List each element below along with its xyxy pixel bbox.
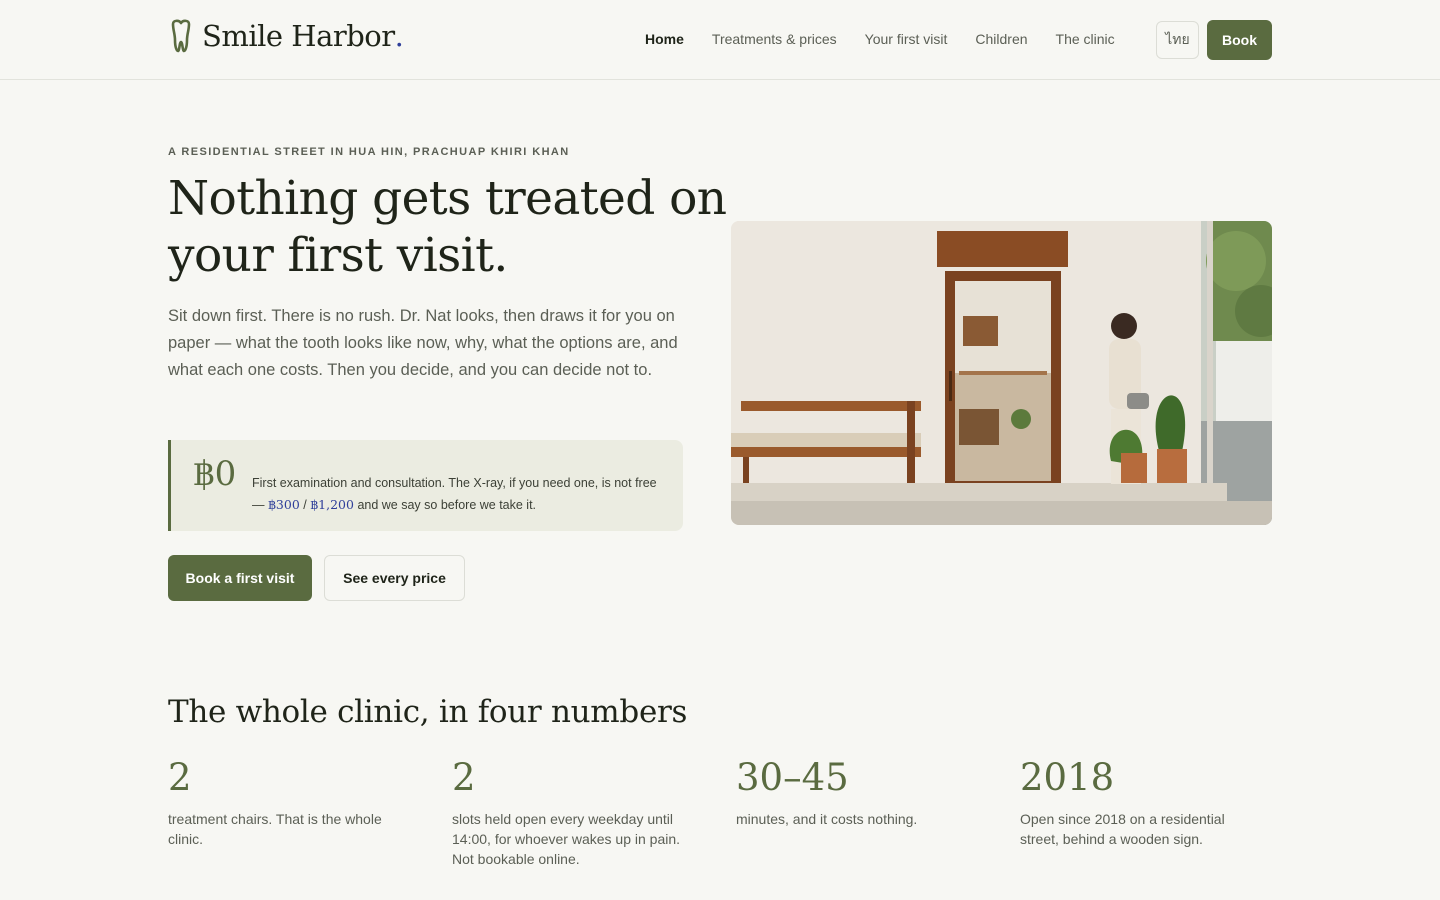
nav-item-first-visit[interactable]: Your first visit <box>865 31 948 47</box>
site-header: Smile Harbor. Home Treatments & prices Y… <box>0 0 1440 80</box>
stat-value: 2018 <box>1020 756 1115 799</box>
consultation-price: ฿0 <box>193 454 237 494</box>
hero-lede: Sit down first. There is no rush. Dr. Na… <box>168 307 678 379</box>
language-toggle-button[interactable]: ไทย <box>1156 21 1199 59</box>
nav-item-treatments[interactable]: Treatments & prices <box>712 31 837 47</box>
stat-description: Open since 2018 on a residential street,… <box>1020 811 1225 847</box>
stat-item: 30–45 minutes, and it costs nothing. <box>736 756 976 829</box>
stat-value: 2 <box>168 756 192 799</box>
hero-eyebrow: A RESIDENTIAL STREET IN HUA HIN, PRACHUA… <box>168 146 570 158</box>
free-consultation-callout: ฿0 First examination and consultation. T… <box>168 440 683 531</box>
see-prices-button[interactable]: See every price <box>324 555 465 601</box>
xray-price-small: ฿300 <box>267 497 300 512</box>
nav-item-clinic[interactable]: The clinic <box>1056 31 1115 47</box>
price-separator: / <box>299 498 311 512</box>
xray-price-large: ฿1,200 <box>310 497 354 512</box>
book-first-visit-button[interactable]: Book a first visit <box>168 555 312 601</box>
stat-item: 2 treatment chairs. That is the whole cl… <box>168 756 408 849</box>
stat-value: 2 <box>452 756 476 799</box>
stat-value: 30–45 <box>736 756 849 799</box>
clinic-entrance-photo <box>731 221 1272 525</box>
brand-logo[interactable]: Smile Harbor. <box>168 18 404 54</box>
stat-description: treatment chairs. That is the whole clin… <box>168 811 382 847</box>
consultation-note-tail: and we say so before we take it. <box>353 498 537 512</box>
consultation-note: First examination and consultation. The … <box>252 473 672 516</box>
stat-description: slots held open every weekday until 14:0… <box>452 811 681 867</box>
brand-dot: . <box>394 19 404 53</box>
stat-item: 2018 Open since 2018 on a residential st… <box>1020 756 1260 849</box>
nav-item-home[interactable]: Home <box>645 31 684 47</box>
stat-item: 2 slots held open every weekday until 14… <box>452 756 692 869</box>
stat-description: minutes, and it costs nothing. <box>736 811 918 827</box>
main-nav: Home Treatments & prices Your first visi… <box>645 31 1143 47</box>
nav-item-children[interactable]: Children <box>975 31 1027 47</box>
brand-name: Smile Harbor <box>202 19 395 53</box>
numbers-title: The whole clinic, in four numbers <box>168 694 688 730</box>
hero-headline: Nothing gets treated on your first visit… <box>168 171 727 283</box>
book-button[interactable]: Book <box>1207 20 1272 60</box>
clinic-entrance-illustration <box>731 221 1272 525</box>
tooth-icon <box>171 19 191 53</box>
